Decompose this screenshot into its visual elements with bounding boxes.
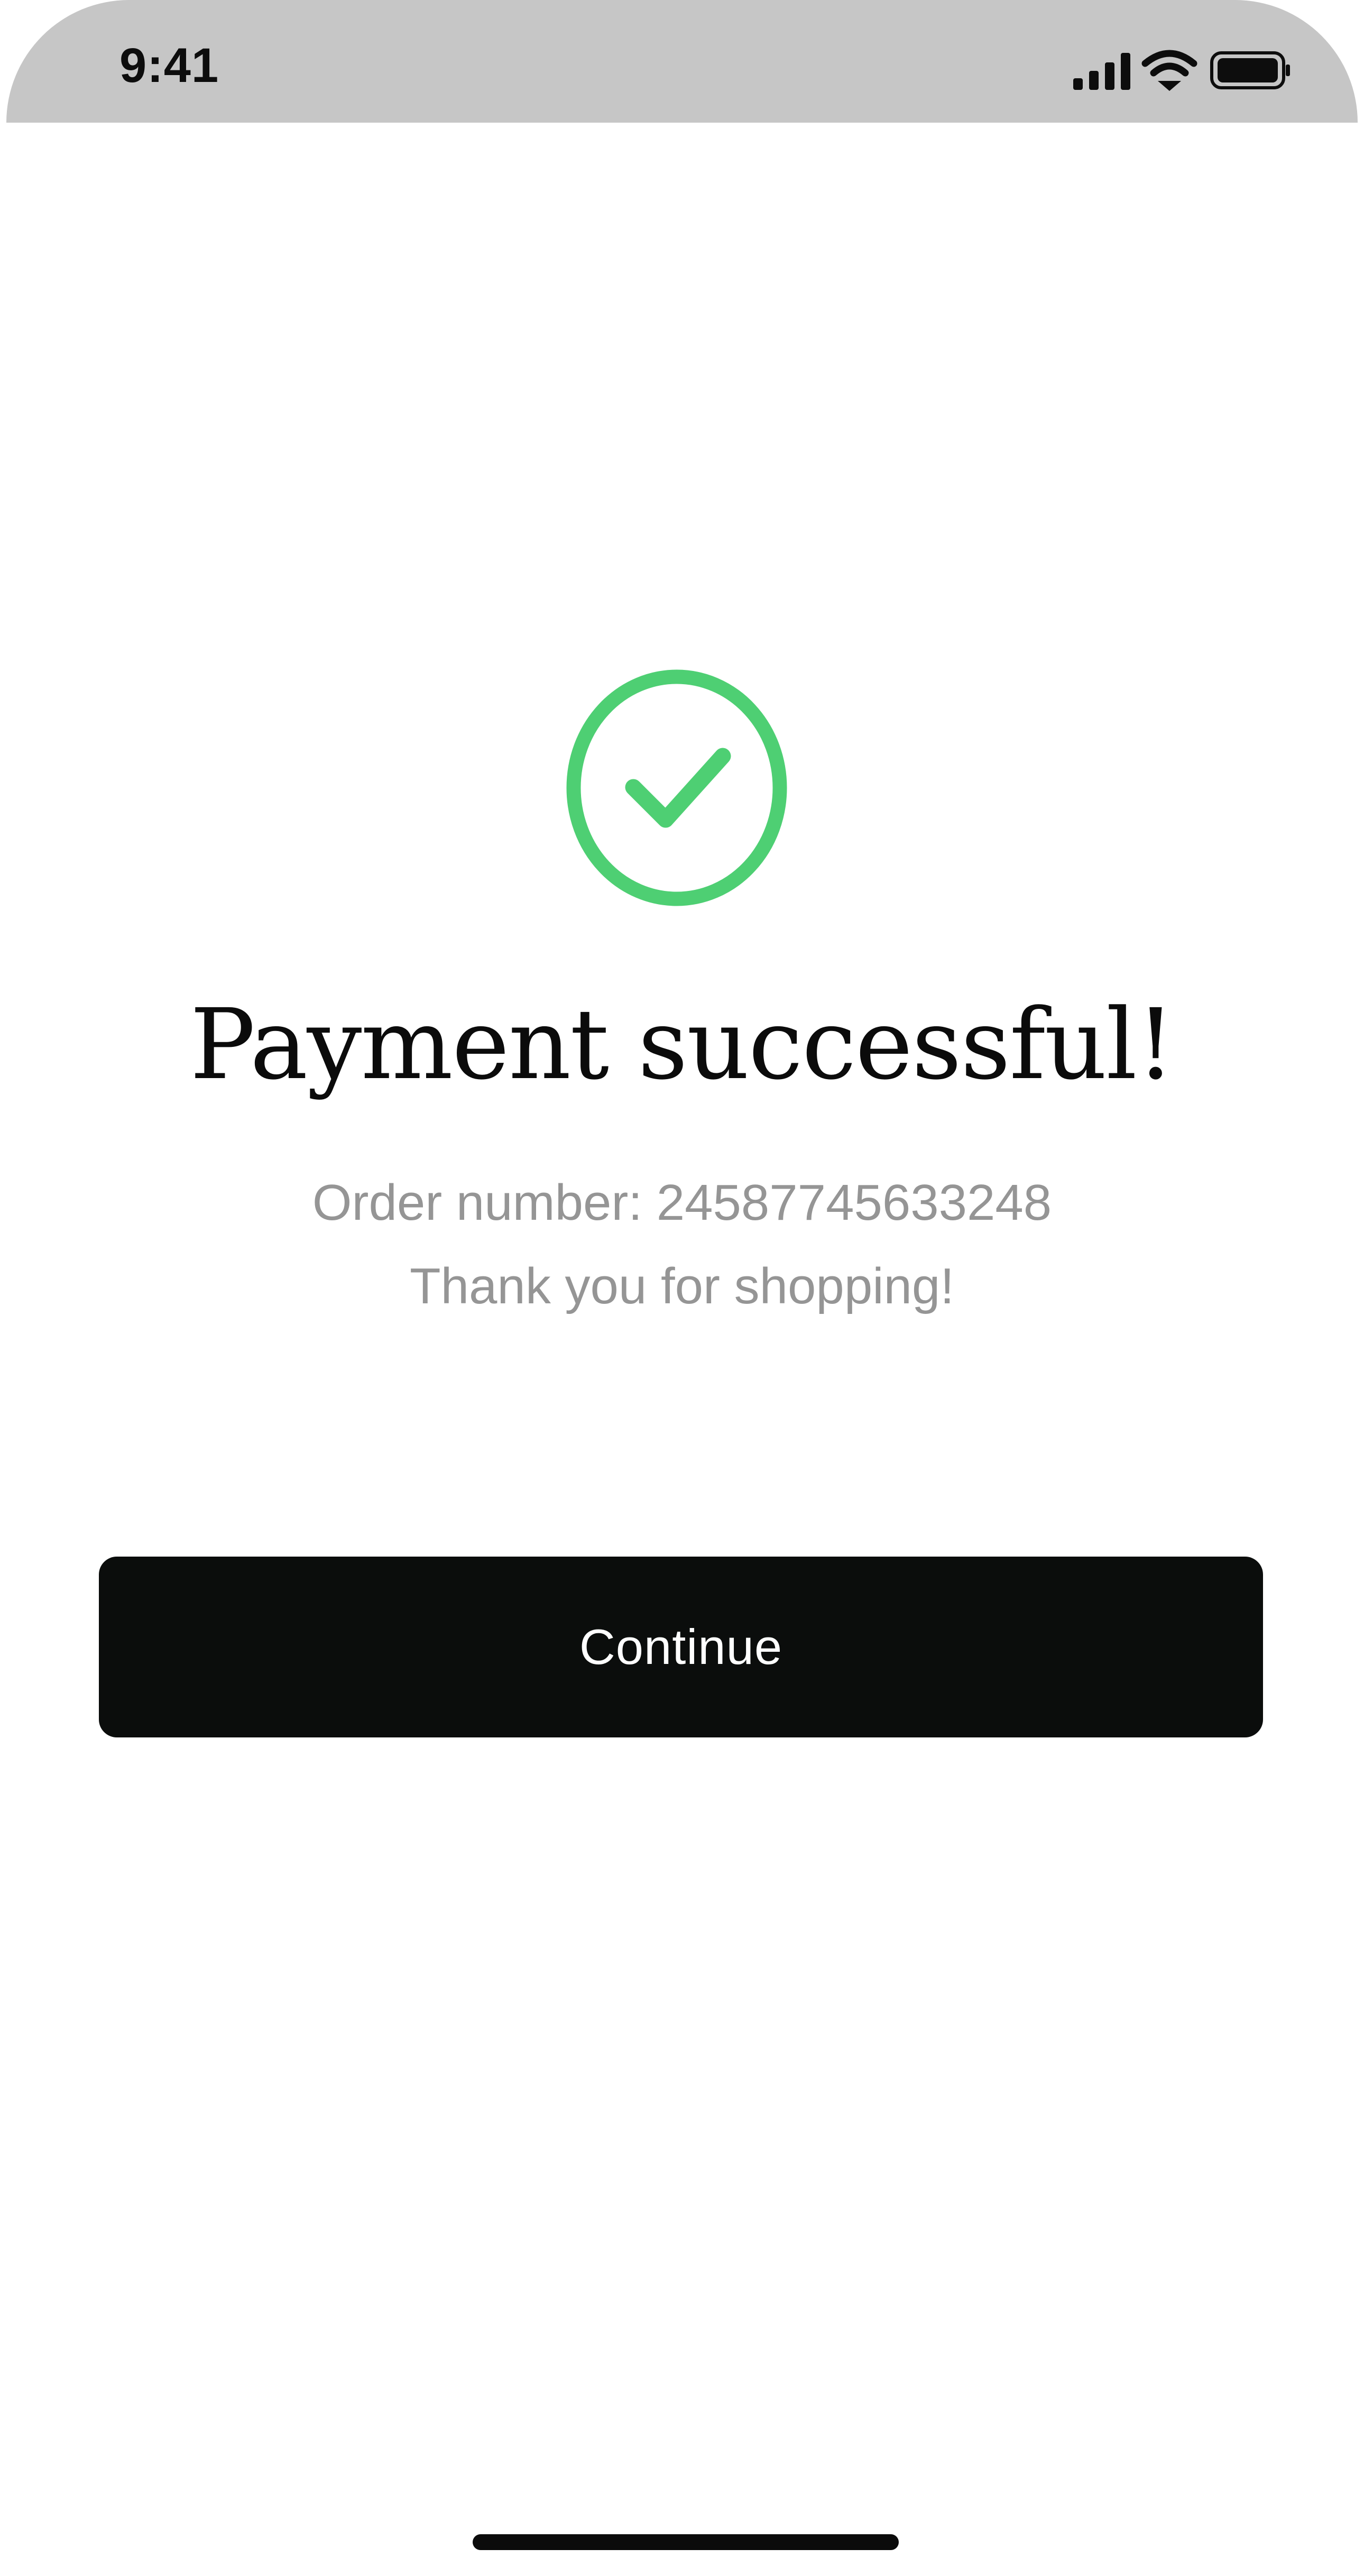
cellular-signal-icon: [1073, 53, 1130, 90]
status-icons: [1073, 49, 1291, 92]
continue-button-label: Continue: [579, 1619, 783, 1675]
check-circle-icon: [566, 669, 787, 906]
page-title: Payment successful!: [190, 988, 1175, 1101]
payment-success-screen: 9:41 Payment successful! Order number: 2…: [0, 0, 1364, 2576]
thank-you-text: Thank you for shopping!: [410, 1258, 954, 1314]
wifi-icon: [1141, 50, 1197, 91]
status-bar: 9:41: [6, 0, 1358, 123]
battery-icon: [1210, 51, 1290, 89]
home-indicator[interactable]: [473, 2534, 899, 2550]
continue-button[interactable]: Continue: [99, 1557, 1263, 1737]
status-time: 9:41: [119, 39, 219, 93]
order-number-text: Order number: 24587745633248: [312, 1174, 1052, 1231]
